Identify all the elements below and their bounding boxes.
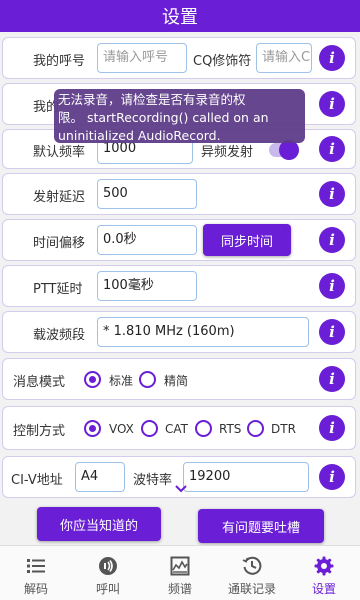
- call-icon: [99, 557, 117, 575]
- time-offset-row: 时间偏移 0.0秒 同步时间 i: [2, 219, 356, 261]
- bottom-navigation: 解码 呼叫 频谱 通联记录 设置: [0, 545, 360, 600]
- tx-delay-input[interactable]: 500: [97, 179, 197, 209]
- nav-settings[interactable]: 设置: [288, 546, 360, 600]
- callsign-input[interactable]: 请输入呼号: [97, 43, 187, 73]
- ptt-delay-row: PTT延时 100毫秒 i: [2, 265, 356, 307]
- info-icon[interactable]: i: [319, 319, 345, 345]
- control-rts-label: RTS: [219, 422, 242, 436]
- spectrum-icon: [170, 556, 190, 576]
- band-select[interactable]: * 1.810 MHz (160m): [97, 317, 309, 347]
- error-toast: 无法录音，请检查是否有录音的权 限。 startRecording() call…: [54, 89, 305, 143]
- nav-log[interactable]: 通联记录: [216, 546, 288, 600]
- cq-modifier-label: CQ修饰符: [193, 54, 252, 69]
- info-icon[interactable]: i: [319, 91, 345, 117]
- info-icon[interactable]: i: [319, 227, 345, 253]
- toast-line: 限。 startRecording() called on an: [58, 110, 269, 125]
- civ-address-label: CI-V地址: [11, 473, 63, 488]
- nav-decode[interactable]: 解码: [0, 546, 72, 600]
- nav-label: 设置: [311, 582, 336, 596]
- control-vox-radio[interactable]: [84, 420, 101, 437]
- control-mode-label: 控制方式: [13, 424, 66, 439]
- nav-label: 呼叫: [95, 582, 120, 596]
- cq-modifier-input[interactable]: 请输入C: [256, 43, 312, 73]
- baud-rate-label: 波特率: [133, 473, 173, 488]
- message-mode-label: 消息模式: [13, 375, 66, 390]
- message-mode-compact-label: 精简: [164, 374, 189, 388]
- control-cat-radio[interactable]: [141, 420, 158, 437]
- split-tx-toggle[interactable]: [269, 140, 299, 160]
- message-mode-compact-radio[interactable]: [139, 371, 156, 388]
- info-icon[interactable]: i: [319, 181, 345, 207]
- info-icon[interactable]: i: [319, 366, 345, 392]
- band-row: 载波频段 * 1.810 MHz (160m) i: [2, 311, 356, 353]
- tx-delay-row: 发射延迟 500 i: [2, 173, 356, 215]
- ptt-delay-input[interactable]: 100毫秒: [97, 271, 197, 301]
- gear-icon: [314, 556, 334, 576]
- info-icon[interactable]: i: [319, 464, 345, 490]
- nav-call[interactable]: 呼叫: [72, 546, 144, 600]
- control-cat-label: CAT: [165, 422, 188, 436]
- info-icon[interactable]: i: [319, 273, 345, 299]
- callsign-row: 我的呼号 请输入呼号 CQ修饰符 请输入C i: [2, 37, 356, 79]
- time-offset-input[interactable]: 0.0秒: [97, 225, 197, 255]
- time-offset-label: 时间偏移: [33, 236, 86, 251]
- control-dtr-radio[interactable]: [247, 420, 264, 437]
- baud-rate-select[interactable]: 19200: [183, 462, 309, 492]
- band-label: 载波频段: [33, 328, 86, 343]
- history-icon: [242, 556, 262, 575]
- nav-label: 频谱: [167, 582, 192, 596]
- message-mode-row: 消息模式 标准 精简 i: [2, 358, 356, 400]
- message-mode-standard-label: 标准: [109, 374, 134, 388]
- message-mode-standard-radio[interactable]: [84, 371, 101, 388]
- control-dtr-label: DTR: [271, 422, 296, 436]
- toast-line: 无法录音，请检查是否有录音的权: [58, 92, 246, 107]
- info-icon[interactable]: i: [319, 415, 345, 441]
- nav-label: 通联记录: [227, 582, 276, 596]
- callsign-label: 我的呼号: [33, 54, 86, 69]
- nav-spectrum[interactable]: 频谱: [144, 546, 216, 600]
- sync-time-button[interactable]: 同步时间: [203, 224, 291, 256]
- know-button[interactable]: 你应当知道的: [37, 507, 161, 541]
- feedback-button[interactable]: 有问题要吐槽: [198, 509, 324, 543]
- control-mode-row: 控制方式 VOX CAT RTS DTR i: [2, 406, 356, 450]
- list-icon: [27, 559, 45, 573]
- page-title: 设置: [0, 0, 360, 32]
- ptt-delay-label: PTT延时: [33, 282, 83, 297]
- toast-line: uninitialized AudioRecord.: [58, 128, 221, 143]
- control-vox-label: VOX: [109, 422, 134, 436]
- info-icon[interactable]: i: [319, 45, 345, 71]
- tx-delay-label: 发射延迟: [33, 190, 86, 205]
- nav-label: 解码: [23, 582, 48, 596]
- chevron-down-icon[interactable]: [174, 483, 188, 495]
- civ-address-input[interactable]: A4: [75, 462, 125, 492]
- control-rts-radio[interactable]: [195, 420, 212, 437]
- info-icon[interactable]: i: [319, 136, 345, 162]
